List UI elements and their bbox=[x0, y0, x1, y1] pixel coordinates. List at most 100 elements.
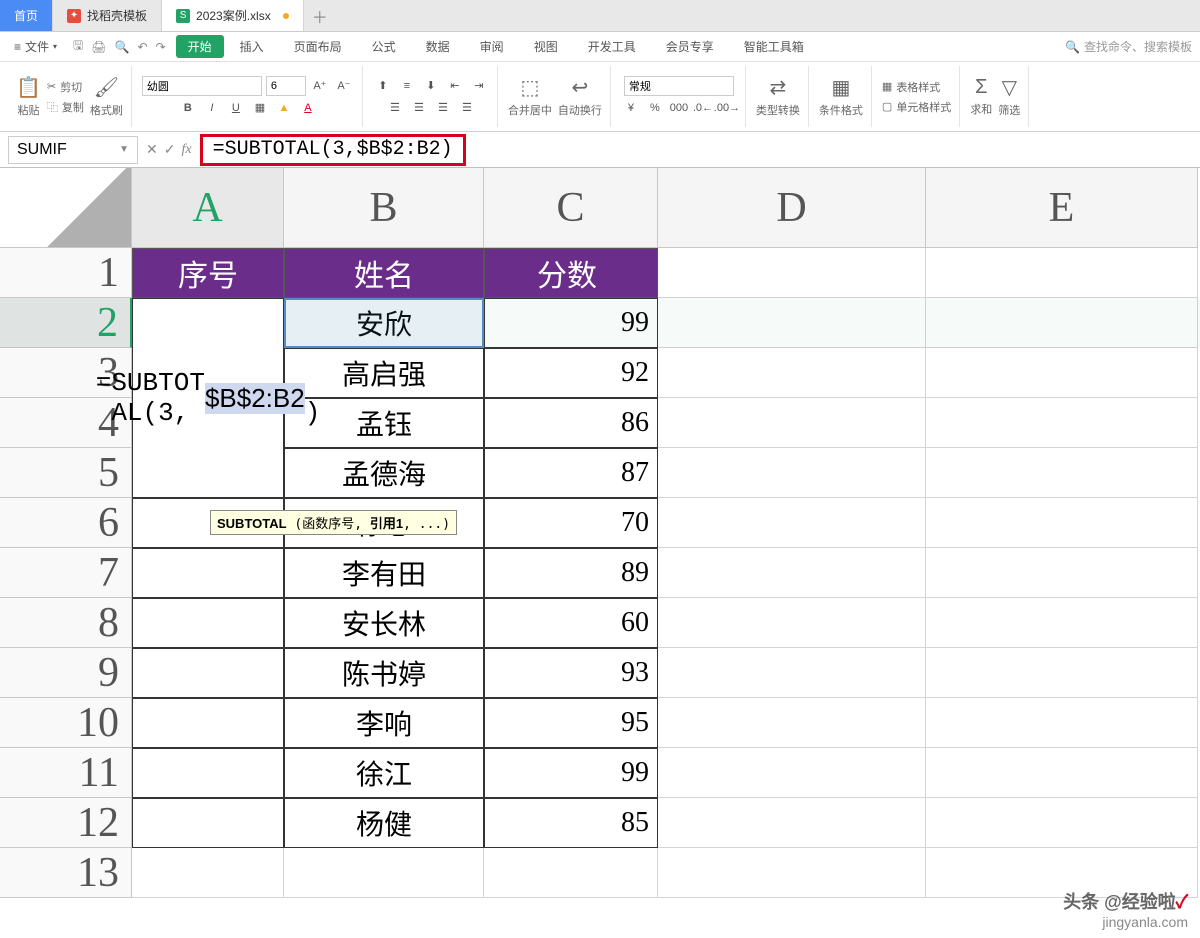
cell[interactable] bbox=[926, 698, 1198, 748]
editing-cell[interactable]: =SUBTOTAL(3,$B$2:B2) bbox=[132, 298, 284, 498]
cell[interactable] bbox=[658, 598, 926, 648]
cell[interactable]: 杨健 bbox=[284, 798, 484, 848]
indent-decrease-icon[interactable]: ⇤ bbox=[445, 76, 465, 96]
cell[interactable] bbox=[658, 698, 926, 748]
fill-color-icon[interactable]: ▲ bbox=[274, 98, 294, 118]
bold-icon[interactable]: B bbox=[178, 98, 198, 118]
preview-icon[interactable]: 🔍 bbox=[115, 40, 130, 54]
row-header[interactable]: 1 bbox=[0, 248, 132, 298]
tab-home[interactable]: 首页 bbox=[0, 0, 53, 31]
cell[interactable] bbox=[658, 448, 926, 498]
cell[interactable]: 70 bbox=[484, 498, 658, 548]
cell[interactable] bbox=[132, 848, 284, 898]
cell[interactable] bbox=[658, 548, 926, 598]
filter-button[interactable]: ▽筛选 bbox=[998, 75, 1020, 118]
distribute-icon[interactable]: ☰ bbox=[457, 98, 477, 118]
cell[interactable] bbox=[926, 448, 1198, 498]
new-tab-button[interactable]: ＋ bbox=[304, 0, 336, 31]
cell[interactable] bbox=[926, 598, 1198, 648]
cell[interactable] bbox=[658, 748, 926, 798]
row-header[interactable]: 6 bbox=[0, 498, 132, 548]
formula-input[interactable]: =SUBTOTAL(3,$B$2:B2) bbox=[200, 134, 466, 166]
table-header[interactable]: 序号 bbox=[132, 248, 284, 298]
cell[interactable] bbox=[658, 298, 926, 348]
name-box[interactable]: SUMIF▼ bbox=[8, 136, 138, 164]
font-name-select[interactable] bbox=[142, 76, 262, 96]
menu-view[interactable]: 视图 bbox=[520, 38, 572, 55]
align-bottom-icon[interactable]: ⬇ bbox=[421, 76, 441, 96]
paste-button[interactable]: 📋粘贴 bbox=[16, 75, 41, 118]
menu-formulas[interactable]: 公式 bbox=[358, 38, 410, 55]
decimal-inc-icon[interactable]: .0← bbox=[693, 98, 713, 118]
align-center-icon[interactable]: ☰ bbox=[409, 98, 429, 118]
currency-icon[interactable]: ¥ bbox=[621, 98, 641, 118]
table-header[interactable]: 姓名 bbox=[284, 248, 484, 298]
row-header[interactable]: 7 bbox=[0, 548, 132, 598]
cancel-formula-icon[interactable]: ✕ bbox=[146, 141, 158, 158]
indent-increase-icon[interactable]: ⇥ bbox=[469, 76, 489, 96]
accept-formula-icon[interactable]: ✓ bbox=[164, 141, 176, 158]
cell[interactable] bbox=[658, 798, 926, 848]
cell[interactable]: 92 bbox=[484, 348, 658, 398]
cell[interactable]: 60 bbox=[484, 598, 658, 648]
cell[interactable]: 安欣 bbox=[284, 298, 484, 348]
conditional-format-button[interactable]: ▦条件格式 bbox=[819, 75, 863, 118]
cell[interactable] bbox=[926, 248, 1198, 298]
menu-review[interactable]: 审阅 bbox=[466, 38, 518, 55]
tab-templates[interactable]: ✦找稻壳模板 bbox=[53, 0, 162, 31]
decimal-dec-icon[interactable]: .00→ bbox=[717, 98, 737, 118]
tab-workbook[interactable]: S2023案例.xlsx bbox=[162, 0, 304, 31]
col-header-b[interactable]: B bbox=[284, 168, 484, 248]
cell[interactable] bbox=[132, 748, 284, 798]
wrap-text-button[interactable]: ↩自动换行 bbox=[558, 75, 602, 118]
undo-icon[interactable]: ↶ bbox=[137, 40, 147, 54]
border-icon[interactable]: ▦ bbox=[250, 98, 270, 118]
select-all-corner[interactable] bbox=[0, 168, 132, 248]
font-color-icon[interactable]: A bbox=[298, 98, 318, 118]
redo-icon[interactable]: ↷ bbox=[156, 40, 166, 54]
table-header[interactable]: 分数 bbox=[484, 248, 658, 298]
row-header[interactable]: 10 bbox=[0, 698, 132, 748]
menu-member[interactable]: 会员专享 bbox=[652, 38, 728, 55]
cell[interactable] bbox=[132, 798, 284, 848]
row-header[interactable]: 11 bbox=[0, 748, 132, 798]
format-painter-button[interactable]: 🖌格式刷 bbox=[90, 75, 123, 118]
cell[interactable] bbox=[658, 398, 926, 448]
menu-start[interactable]: 开始 bbox=[176, 35, 224, 58]
cell[interactable]: 李响 bbox=[284, 698, 484, 748]
cell[interactable] bbox=[658, 648, 926, 698]
col-header-e[interactable]: E bbox=[926, 168, 1198, 248]
cell[interactable] bbox=[658, 848, 926, 898]
comma-icon[interactable]: 000 bbox=[669, 98, 689, 118]
cell[interactable] bbox=[926, 748, 1198, 798]
align-middle-icon[interactable]: ≡ bbox=[397, 76, 417, 96]
row-header[interactable]: 9 bbox=[0, 648, 132, 698]
table-style-button[interactable]: ▦表格样式 bbox=[882, 79, 951, 95]
merge-center-button[interactable]: ⬚合并居中 bbox=[508, 75, 552, 118]
align-right-icon[interactable]: ☰ bbox=[433, 98, 453, 118]
cell[interactable]: 孟德海 bbox=[284, 448, 484, 498]
cell[interactable]: 95 bbox=[484, 698, 658, 748]
cell[interactable] bbox=[926, 798, 1198, 848]
cell[interactable] bbox=[658, 348, 926, 398]
row-header[interactable]: 5 bbox=[0, 448, 132, 498]
cell[interactable] bbox=[926, 548, 1198, 598]
cell[interactable] bbox=[926, 298, 1198, 348]
font-size-select[interactable] bbox=[266, 76, 306, 96]
row-header[interactable]: 12 bbox=[0, 798, 132, 848]
row-header[interactable]: 8 bbox=[0, 598, 132, 648]
cell[interactable] bbox=[658, 498, 926, 548]
menu-dev-tools[interactable]: 开发工具 bbox=[574, 38, 650, 55]
menu-page-layout[interactable]: 页面布局 bbox=[280, 38, 356, 55]
menu-data[interactable]: 数据 bbox=[412, 38, 464, 55]
cell[interactable] bbox=[658, 248, 926, 298]
print-icon[interactable]: 🖨 bbox=[91, 40, 106, 54]
menu-smart-tools[interactable]: 智能工具箱 bbox=[730, 38, 818, 55]
align-left-icon[interactable]: ☰ bbox=[385, 98, 405, 118]
cell[interactable]: 99 bbox=[484, 298, 658, 348]
cell[interactable] bbox=[926, 498, 1198, 548]
cell[interactable]: 93 bbox=[484, 648, 658, 698]
copy-button[interactable]: ⿻复制 bbox=[47, 99, 84, 115]
row-header[interactable]: 13 bbox=[0, 848, 132, 898]
sum-button[interactable]: Σ求和 bbox=[970, 76, 992, 117]
